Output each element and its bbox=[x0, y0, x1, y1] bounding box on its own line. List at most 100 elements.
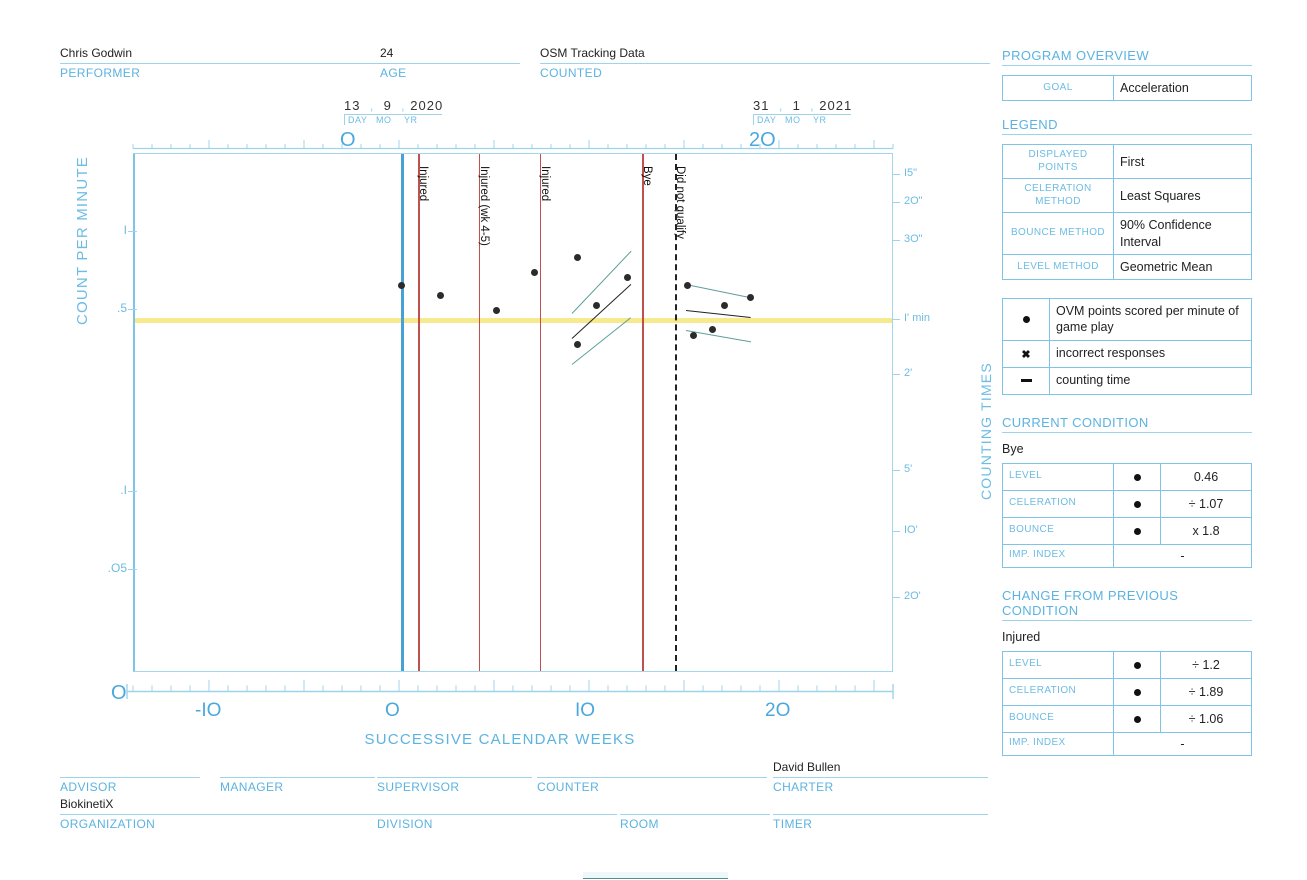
phase-label-2: Injured (wk 4-5) bbox=[477, 166, 490, 246]
cc-bounce-key: BOUNCE bbox=[1002, 516, 1114, 545]
goal-key: GOAL bbox=[1002, 74, 1114, 102]
y2-tick-5: 5' bbox=[904, 462, 913, 475]
y2-tick-1: 2O" bbox=[904, 195, 923, 208]
y2-tick-mark-3 bbox=[892, 319, 900, 321]
previous-condition-name: Injured bbox=[1002, 629, 1041, 644]
bottom-scroll-indicator[interactable] bbox=[583, 872, 728, 879]
change-from-previous-title: CHANGE FROM PREVIOUS CONDITION bbox=[1002, 587, 1179, 618]
phase-line-1[interactable] bbox=[418, 154, 420, 671]
aim-line bbox=[135, 317, 892, 323]
cp-imp-index-key: IMP. INDEX bbox=[1002, 731, 1114, 756]
data-point[interactable] bbox=[690, 331, 698, 339]
data-point[interactable] bbox=[574, 340, 582, 348]
table-row: CELERATION ÷ 1.07 bbox=[1002, 489, 1252, 518]
phase-line-0[interactable] bbox=[401, 154, 404, 671]
table-row: IMP. INDEX - bbox=[1002, 731, 1252, 756]
standard-celeration-chart: COUNT PER MINUTE COUNTING TIMES SUCCESSI… bbox=[0, 0, 1000, 880]
y-tick-mark-0 bbox=[128, 231, 137, 233]
data-point[interactable] bbox=[593, 302, 601, 310]
data-point[interactable] bbox=[492, 306, 500, 314]
table-row: CELERATION METHOD Least Squares bbox=[1002, 178, 1252, 214]
table-row: LEVEL METHOD Geometric Mean bbox=[1002, 253, 1252, 281]
bounce-line-0 bbox=[571, 250, 632, 314]
field-manager[interactable]: MANAGER bbox=[220, 760, 375, 794]
field-division[interactable]: DIVISION bbox=[377, 797, 617, 831]
y2-tick-mark-1 bbox=[892, 202, 900, 204]
field-supervisor[interactable]: SUPERVISOR bbox=[377, 760, 532, 794]
current-condition-title: CURRENT CONDITION bbox=[1002, 414, 1149, 430]
y-tick-mark-1 bbox=[128, 309, 137, 311]
y-tick-0: I bbox=[123, 223, 127, 238]
change-from-previous-table: LEVEL ÷ 1.2 CELERATION ÷ 1.89 BOUNCE ÷ 1… bbox=[1002, 650, 1252, 756]
bounce-method-key: BOUNCE METHOD bbox=[1002, 212, 1114, 255]
cp-celeration-value: ÷ 1.89 bbox=[1160, 677, 1252, 706]
legend-symbol-label-2: counting time bbox=[1049, 366, 1252, 395]
cp-celeration-key: CELERATION bbox=[1002, 677, 1114, 706]
table-row: CELERATION ÷ 1.89 bbox=[1002, 677, 1252, 706]
list-item: counting time bbox=[1002, 366, 1252, 395]
data-point[interactable] bbox=[574, 253, 582, 261]
cp-bounce-key: BOUNCE bbox=[1002, 704, 1114, 733]
field-room[interactable]: ROOM bbox=[620, 797, 770, 831]
y2-axis-title: COUNTING TIMES bbox=[978, 362, 994, 500]
timer-label: TIMER bbox=[773, 817, 813, 831]
table-row: DISPLAYED POINTS First bbox=[1002, 144, 1252, 180]
bounce-method-value[interactable]: 90% Confidence Interval bbox=[1113, 212, 1252, 255]
cc-bounce-value: x 1.8 bbox=[1160, 516, 1252, 545]
bounce-line-2 bbox=[685, 284, 751, 299]
data-point[interactable] bbox=[623, 273, 631, 281]
field-advisor[interactable]: ADVISOR bbox=[60, 760, 200, 794]
advisor-value bbox=[60, 760, 200, 778]
field-timer[interactable]: TIMER bbox=[773, 797, 988, 831]
data-point[interactable] bbox=[720, 302, 728, 310]
advisor-label: ADVISOR bbox=[60, 780, 117, 794]
phase-label-1: Injured bbox=[417, 166, 430, 202]
y-tick-mark-3 bbox=[128, 568, 137, 570]
phase-line-4[interactable] bbox=[642, 154, 644, 671]
y2-tick-mark-0 bbox=[892, 173, 900, 175]
y-axis-title: COUNT PER MINUTE bbox=[74, 156, 91, 325]
table-row: BOUNCE METHOD 90% Confidence Interval bbox=[1002, 212, 1252, 255]
x-axis-title: SUCCESSIVE CALENDAR WEEKS bbox=[364, 731, 636, 748]
data-point[interactable] bbox=[709, 326, 717, 334]
data-point[interactable] bbox=[530, 268, 538, 276]
y2-tick-6: IO' bbox=[904, 523, 918, 536]
level-method-value[interactable]: Geometric Mean bbox=[1113, 253, 1252, 281]
field-organization[interactable]: BiokinetiX ORGANIZATION bbox=[60, 797, 377, 831]
table-row: LEVEL ÷ 1.2 bbox=[1002, 650, 1252, 679]
table-row: BOUNCE ÷ 1.06 bbox=[1002, 704, 1252, 733]
level-method-key: LEVEL METHOD bbox=[1002, 253, 1114, 281]
phase-line-3[interactable] bbox=[539, 154, 542, 671]
field-counter[interactable]: COUNTER bbox=[537, 760, 767, 794]
x-tick-0: -IO bbox=[195, 700, 222, 721]
y2-tick-mark-7 bbox=[892, 596, 900, 598]
y2-tick-mark-5 bbox=[892, 469, 900, 471]
y2-tick-mark-6 bbox=[892, 530, 900, 532]
cc-imp-index-key: IMP. INDEX bbox=[1002, 543, 1114, 568]
displayed-points-value[interactable]: First bbox=[1113, 144, 1252, 180]
field-charter[interactable]: David Bullen CHARTER bbox=[773, 760, 988, 794]
dot-icon bbox=[1113, 489, 1161, 518]
data-point[interactable] bbox=[684, 282, 692, 290]
table-row: GOAL Acceleration bbox=[1002, 74, 1252, 102]
y2-tick-mark-4 bbox=[892, 373, 900, 375]
data-point[interactable] bbox=[437, 291, 445, 299]
counter-label: COUNTER bbox=[537, 780, 600, 794]
division-value bbox=[377, 797, 617, 815]
legend-title: LEGEND bbox=[1002, 117, 1058, 133]
y-tick-3: .O5 bbox=[107, 560, 127, 575]
table-row: IMP. INDEX - bbox=[1002, 543, 1252, 568]
phase-label-4: Bye bbox=[641, 166, 654, 186]
y2-tick-0: I5" bbox=[904, 166, 918, 179]
legend-symbol-label-0: OVM points scored per minute of game pla… bbox=[1049, 298, 1252, 341]
goal-value[interactable]: Acceleration bbox=[1113, 74, 1252, 102]
y-tick-mark-2 bbox=[128, 490, 137, 492]
dash-icon bbox=[1002, 366, 1050, 395]
plot-area[interactable]: Injured Injured (wk 4-5) Injured Bye Did not… bbox=[133, 153, 893, 672]
data-point[interactable] bbox=[747, 293, 755, 301]
celeration-method-value[interactable]: Least Squares bbox=[1113, 178, 1252, 214]
displayed-points-key: DISPLAYED POINTS bbox=[1002, 144, 1114, 180]
table-row: BOUNCE x 1.8 bbox=[1002, 516, 1252, 545]
dot-icon bbox=[1113, 650, 1161, 679]
organization-label: ORGANIZATION bbox=[60, 817, 156, 831]
